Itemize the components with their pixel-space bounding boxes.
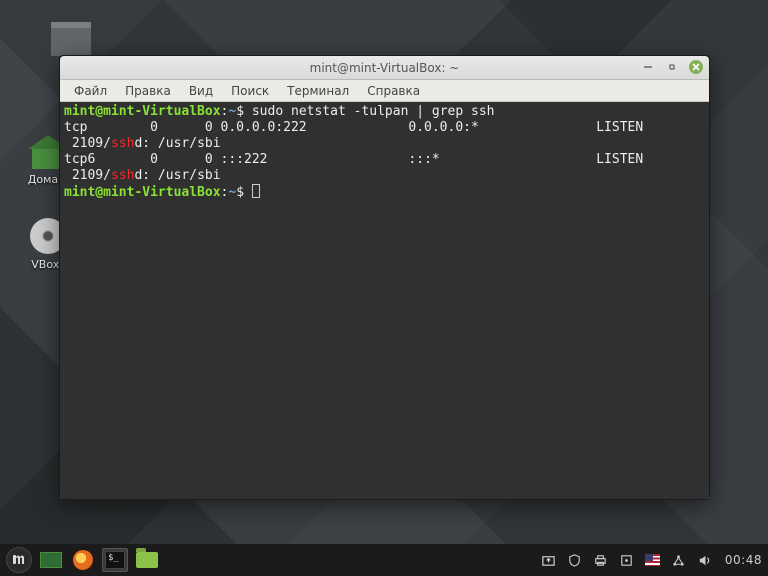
- system-tray: 00:48: [541, 553, 762, 568]
- prompt-char: $: [236, 185, 244, 200]
- window-controls: [641, 60, 703, 74]
- terminal-launcher[interactable]: [102, 548, 128, 572]
- clock[interactable]: 00:48: [725, 553, 762, 567]
- prompt-char: $: [236, 104, 244, 119]
- mint-logo-icon: [11, 551, 27, 567]
- updates-icon[interactable]: [541, 553, 556, 568]
- menu-edit[interactable]: Правка: [117, 82, 179, 100]
- output-line: tcp6 0 0 :::222 :::* LISTEN: [64, 152, 682, 167]
- terminal-window: mint@mint-VirtualBox: ~ Файл Правка Вид …: [59, 55, 710, 500]
- prompt-user: mint@mint-VirtualBox: [64, 104, 221, 119]
- start-menu-button[interactable]: [6, 547, 32, 573]
- menu-file[interactable]: Файл: [66, 82, 115, 100]
- output-match: ssh: [111, 136, 134, 151]
- menu-terminal[interactable]: Терминал: [279, 82, 357, 100]
- command-text: sudo netstat -tulpan | grep ssh: [252, 104, 495, 119]
- firefox-icon: [73, 550, 93, 570]
- show-desktop-button[interactable]: [38, 548, 64, 572]
- prompt-user: mint@mint-VirtualBox: [64, 185, 221, 200]
- window-title: mint@mint-VirtualBox: ~: [310, 61, 460, 75]
- close-button[interactable]: [689, 60, 703, 74]
- terminal-body[interactable]: mint@mint-VirtualBox:~$ sudo netstat -tu…: [60, 102, 709, 499]
- shield-icon[interactable]: [567, 553, 582, 568]
- terminal-icon: [105, 551, 125, 569]
- files-launcher[interactable]: [134, 548, 160, 572]
- output-line: d: /usr/sbi: [134, 136, 220, 151]
- maximize-button[interactable]: [665, 60, 679, 74]
- menu-view[interactable]: Вид: [181, 82, 221, 100]
- output-line: d: /usr/sbi: [134, 168, 220, 183]
- taskbar: 00:48: [0, 544, 768, 576]
- menubar: Файл Правка Вид Поиск Терминал Справка: [60, 80, 709, 102]
- cursor: [252, 184, 260, 198]
- keyboard-layout-indicator[interactable]: [645, 553, 660, 568]
- titlebar[interactable]: mint@mint-VirtualBox: ~: [60, 56, 709, 80]
- volume-icon[interactable]: [697, 553, 712, 568]
- output-line: 2109/: [64, 136, 111, 151]
- computer-icon: [51, 22, 91, 56]
- output-line: tcp 0 0 0.0.0.0:222 0.0.0.0:* LISTEN: [64, 120, 682, 135]
- removable-media-icon[interactable]: [619, 553, 634, 568]
- output-match: ssh: [111, 168, 134, 183]
- network-icon[interactable]: [671, 553, 686, 568]
- folder-icon: [136, 552, 158, 568]
- printer-icon[interactable]: [593, 553, 608, 568]
- desktop-icon: [40, 552, 62, 568]
- output-line: 2109/: [64, 168, 111, 183]
- menu-search[interactable]: Поиск: [223, 82, 277, 100]
- minimize-button[interactable]: [641, 60, 655, 74]
- us-flag-icon: [645, 554, 660, 566]
- firefox-launcher[interactable]: [70, 548, 96, 572]
- menu-help[interactable]: Справка: [359, 82, 428, 100]
